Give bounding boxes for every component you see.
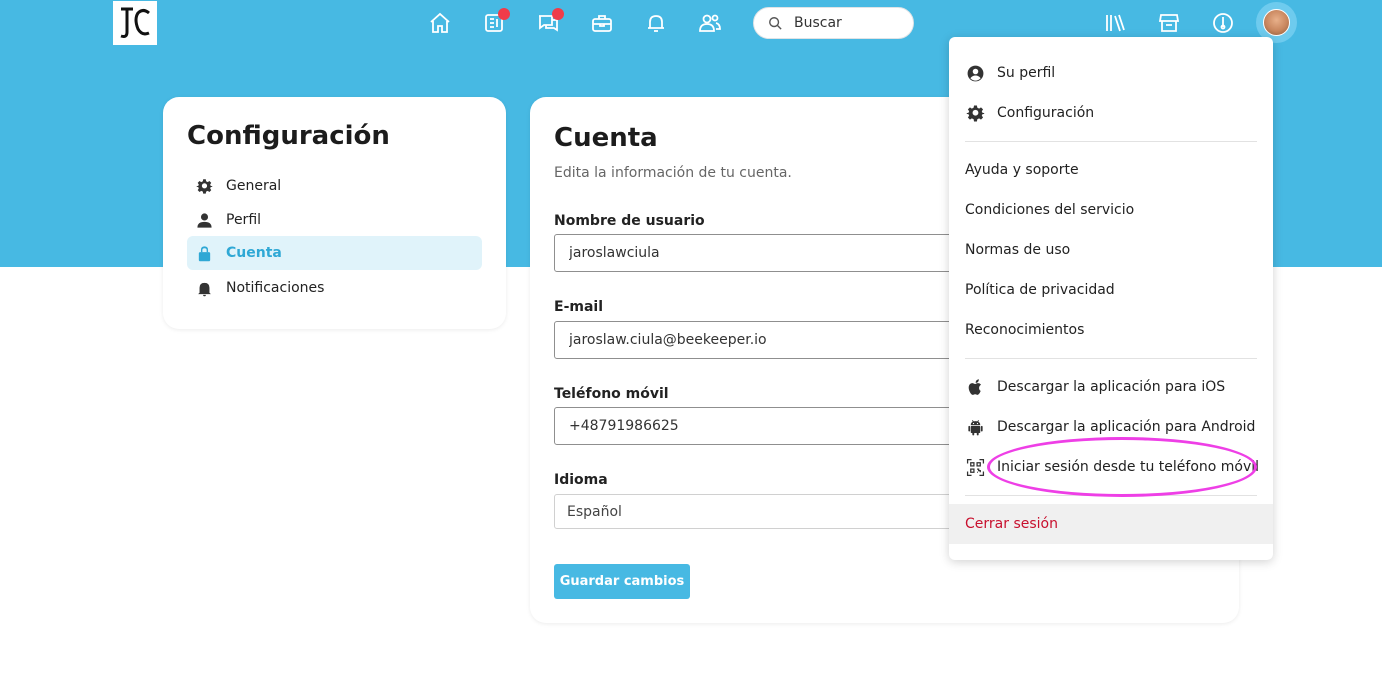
bell-icon[interactable] [642, 9, 670, 37]
toolbox-icon[interactable] [588, 9, 616, 37]
home-icon[interactable] [426, 9, 454, 37]
user-icon [197, 212, 212, 228]
people-icon[interactable] [696, 9, 724, 37]
menu-item-mobile-login[interactable]: Iniciar sesión desde tu teléfono móvil [949, 447, 1273, 487]
apple-icon [968, 378, 981, 395]
settings-item-label: General [226, 178, 282, 194]
email-label: E-mail [554, 299, 604, 315]
menu-item-label: Reconocimientos [965, 322, 1085, 338]
search-box[interactable] [753, 7, 914, 39]
menu-item-download-android[interactable]: Descargar la aplicación para Android [949, 407, 1273, 447]
language-value: Español [567, 503, 622, 520]
chat-badge [552, 8, 564, 20]
dashboard-icon[interactable] [1209, 9, 1237, 37]
settings-item-label: Notificaciones [226, 280, 325, 296]
page-subtitle: Edita la información de tu cuenta. [554, 165, 792, 181]
search-icon [769, 17, 782, 30]
avatar [1263, 9, 1290, 36]
menu-item-help[interactable]: Ayuda y soporte [949, 150, 1273, 190]
menu-divider [965, 358, 1257, 359]
language-label: Idioma [554, 472, 608, 488]
qr-code-icon [966, 458, 984, 476]
search-input[interactable] [794, 15, 904, 31]
menu-item-label: Ayuda y soporte [965, 162, 1079, 178]
settings-item-cuenta[interactable]: Cuenta [187, 236, 482, 270]
settings-title: Configuración [187, 121, 390, 151]
gear-icon [196, 178, 213, 194]
menu-item-label: Iniciar sesión desde tu teléfono móvil [997, 459, 1260, 475]
settings-nav-card: Configuración General Perfil Cuenta Noti… [163, 97, 506, 329]
settings-item-notificaciones[interactable]: Notificaciones [187, 271, 482, 305]
menu-item-credits[interactable]: Reconocimientos [949, 310, 1273, 350]
lock-icon [198, 245, 211, 261]
news-badge [498, 8, 510, 20]
company-logo[interactable] [113, 1, 157, 45]
menu-item-label: Descargar la aplicación para Android [997, 419, 1256, 435]
menu-item-label: Configuración [997, 105, 1095, 121]
save-button[interactable]: Guardar cambios [554, 564, 690, 599]
menu-item-label: Condiciones del servicio [965, 202, 1135, 218]
account-circle-icon [967, 65, 983, 81]
menu-item-terms[interactable]: Condiciones del servicio [949, 190, 1273, 230]
menu-item-label: Política de privacidad [965, 282, 1115, 298]
gear-icon [966, 104, 984, 121]
menu-divider [965, 495, 1257, 496]
logo-mark-icon [120, 7, 150, 38]
menu-item-privacy[interactable]: Política de privacidad [949, 270, 1273, 310]
bell-icon [198, 282, 211, 296]
menu-item-profile[interactable]: Su perfil [949, 53, 1273, 93]
menu-item-label: Descargar la aplicación para iOS [997, 379, 1226, 395]
library-icon[interactable] [1101, 9, 1129, 37]
settings-item-general[interactable]: General [187, 169, 482, 203]
user-dropdown-menu: Su perfil Configuración Ayuda y soporte … [949, 37, 1273, 560]
news-icon[interactable] [480, 8, 510, 37]
page-title: Cuenta [554, 123, 658, 153]
phone-label: Teléfono móvil [554, 386, 669, 402]
menu-item-label: Cerrar sesión [965, 516, 1058, 532]
store-icon[interactable] [1155, 9, 1183, 37]
menu-item-rules[interactable]: Normas de uso [949, 230, 1273, 270]
settings-item-perfil[interactable]: Perfil [187, 203, 482, 237]
settings-item-label: Cuenta [226, 245, 282, 261]
menu-divider [965, 141, 1257, 142]
menu-item-logout[interactable]: Cerrar sesión [949, 504, 1273, 544]
menu-item-download-ios[interactable]: Descargar la aplicación para iOS [949, 367, 1273, 407]
android-icon [967, 419, 983, 435]
menu-item-label: Normas de uso [965, 242, 1071, 258]
chat-icon[interactable] [534, 8, 564, 37]
menu-item-label: Su perfil [997, 65, 1056, 81]
username-label: Nombre de usuario [554, 213, 705, 229]
settings-item-label: Perfil [226, 212, 262, 228]
menu-item-settings[interactable]: Configuración [949, 93, 1273, 133]
